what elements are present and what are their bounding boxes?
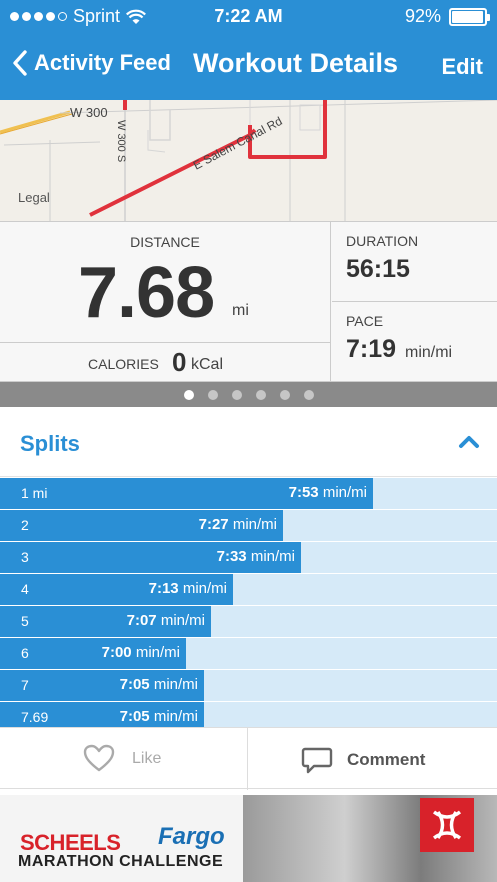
status-bar: Sprint 7:22 AM 92% xyxy=(0,0,497,32)
like-button[interactable]: Like xyxy=(0,728,248,790)
split-pace: 7:05 min/mi xyxy=(120,676,198,693)
split-row: 2 7:27 min/mi xyxy=(0,510,497,541)
split-row: 4 7:13 min/mi xyxy=(0,574,497,605)
split-pace: 7:53 min/mi xyxy=(289,484,367,501)
distance-block: DISTANCE 7.68 mi CALORIES 0 kCal xyxy=(0,222,331,382)
split-mile: 1 mi xyxy=(21,485,48,501)
split-mile: 4 xyxy=(21,581,29,597)
ad-event: Fargo xyxy=(158,823,225,850)
split-pace-unit: min/mi xyxy=(250,548,295,565)
page-dot[interactable] xyxy=(303,389,314,400)
heart-icon xyxy=(83,744,115,772)
nav-bar: Activity Feed Workout Details Edit xyxy=(0,38,497,94)
split-row: 1 mi 7:53 min/mi xyxy=(0,478,497,509)
road-label: W 300 xyxy=(70,105,108,120)
pace-unit: min/mi xyxy=(405,344,453,361)
page-dot[interactable] xyxy=(279,389,290,400)
page-indicator[interactable] xyxy=(0,382,497,407)
duration-block: DURATION 56:15 xyxy=(332,222,497,302)
ad-tagline: MARATHON CHALLENGE xyxy=(18,853,224,870)
pace-value-wrap: 7:19 min/mi xyxy=(346,335,452,364)
calories-label: CALORIES xyxy=(88,356,159,372)
split-pace: 7:13 min/mi xyxy=(149,580,227,597)
edit-button[interactable]: Edit xyxy=(441,54,483,80)
page-title: Workout Details xyxy=(193,48,399,78)
split-mile: 7.69 xyxy=(21,709,49,725)
split-pace-unit: min/mi xyxy=(232,516,277,533)
chevron-left-icon xyxy=(13,50,27,76)
split-row: 3 7:33 min/mi xyxy=(0,542,497,573)
splits-header[interactable]: Splits xyxy=(0,407,497,477)
route-map[interactable]: W 300 E Salem Canal Rd W 300 S Legal xyxy=(0,100,497,222)
split-mile: 6 xyxy=(21,645,29,661)
map-canvas: W 300 E Salem Canal Rd W 300 S xyxy=(0,100,497,221)
distance-unit: mi xyxy=(232,302,249,319)
calories-value: 0 xyxy=(172,347,187,377)
split-pace-unit: min/mi xyxy=(182,580,227,597)
split-pace-value: 7:27 xyxy=(198,516,229,533)
page-dot[interactable] xyxy=(231,389,242,400)
split-row: 6 7:00 min/mi xyxy=(0,638,497,669)
stats-panel[interactable]: DISTANCE 7.68 mi CALORIES 0 kCal DURATIO… xyxy=(0,222,497,382)
pace-value: 7:19 xyxy=(346,335,397,363)
split-pace: 7:00 min/mi xyxy=(102,644,180,661)
road-label: W 300 S xyxy=(115,120,127,162)
comment-icon xyxy=(301,747,333,774)
split-pace-value: 7:05 xyxy=(119,676,150,693)
split-row: 7 7:05 min/mi xyxy=(0,670,497,701)
splits-section: Splits 1 mi 7:53 min/mi 2 7:27 min/mi 3 7:33 … xyxy=(0,407,497,733)
split-mile: 5 xyxy=(21,613,29,629)
split-pace-value: 7:13 xyxy=(148,580,179,597)
split-pace-unit: min/mi xyxy=(153,676,198,693)
page-dot[interactable] xyxy=(183,389,194,400)
split-pace-value: 7:53 xyxy=(288,484,319,501)
split-row: 5 7:07 min/mi xyxy=(0,606,497,637)
back-button[interactable]: Activity Feed xyxy=(12,50,171,76)
time-block: DURATION 56:15 PACE 7:19 min/mi xyxy=(332,222,497,382)
under-armour-logo xyxy=(420,798,474,852)
split-pace: 7:05 min/mi xyxy=(120,708,198,725)
split-pace: 7:33 min/mi xyxy=(217,548,295,565)
comment-label: Comment xyxy=(347,750,426,769)
page-dot[interactable] xyxy=(255,389,266,400)
page-dot[interactable] xyxy=(207,389,218,400)
split-pace-unit: min/mi xyxy=(135,644,180,661)
pace-block: PACE 7:19 min/mi xyxy=(332,302,497,382)
road-label: E Salem Canal Rd xyxy=(191,114,285,173)
back-label: Activity Feed xyxy=(34,50,171,75)
distance-value: 7.68 xyxy=(78,253,215,333)
duration-label: DURATION xyxy=(346,233,419,249)
calories-unit: kCal xyxy=(191,356,224,373)
action-bar: Like Comment xyxy=(0,727,497,790)
split-mile: 7 xyxy=(21,677,29,693)
splits-list: 1 mi 7:53 min/mi 2 7:27 min/mi 3 7:33 min/mi 4… xyxy=(0,478,497,734)
split-pace: 7:07 min/mi xyxy=(127,612,205,629)
comment-button[interactable]: Comment xyxy=(249,728,497,790)
split-pace-value: 7:33 xyxy=(216,548,247,565)
split-pace-value: 7:00 xyxy=(101,644,132,661)
battery: 92% xyxy=(404,6,490,27)
split-pace-unit: min/mi xyxy=(160,612,205,629)
duration-value: 56:15 xyxy=(346,255,410,283)
distance-label: DISTANCE xyxy=(130,234,200,250)
pace-label: PACE xyxy=(346,313,384,329)
split-pace: 7:27 min/mi xyxy=(199,516,277,533)
split-pace-value: 7:05 xyxy=(119,708,150,725)
map-legal-link[interactable]: Legal xyxy=(18,190,50,205)
battery-percent: 92% xyxy=(404,6,441,26)
calories-row: CALORIES 0 kCal xyxy=(0,342,330,382)
battery-icon xyxy=(449,7,490,26)
chevron-up-icon[interactable] xyxy=(458,433,480,449)
split-pace-unit: min/mi xyxy=(322,484,367,501)
ad-banner[interactable]: SCHEELS Fargo MARATHON CHALLENGE xyxy=(0,795,497,882)
split-pace-unit: min/mi xyxy=(153,708,198,725)
top-bar: Sprint 7:22 AM 92% Activity Feed Workout… xyxy=(0,0,497,100)
splits-title: Splits xyxy=(20,431,80,456)
split-mile: 2 xyxy=(21,517,29,533)
split-mile: 3 xyxy=(21,549,29,565)
split-pace-value: 7:07 xyxy=(126,612,157,629)
like-label: Like xyxy=(132,750,162,767)
